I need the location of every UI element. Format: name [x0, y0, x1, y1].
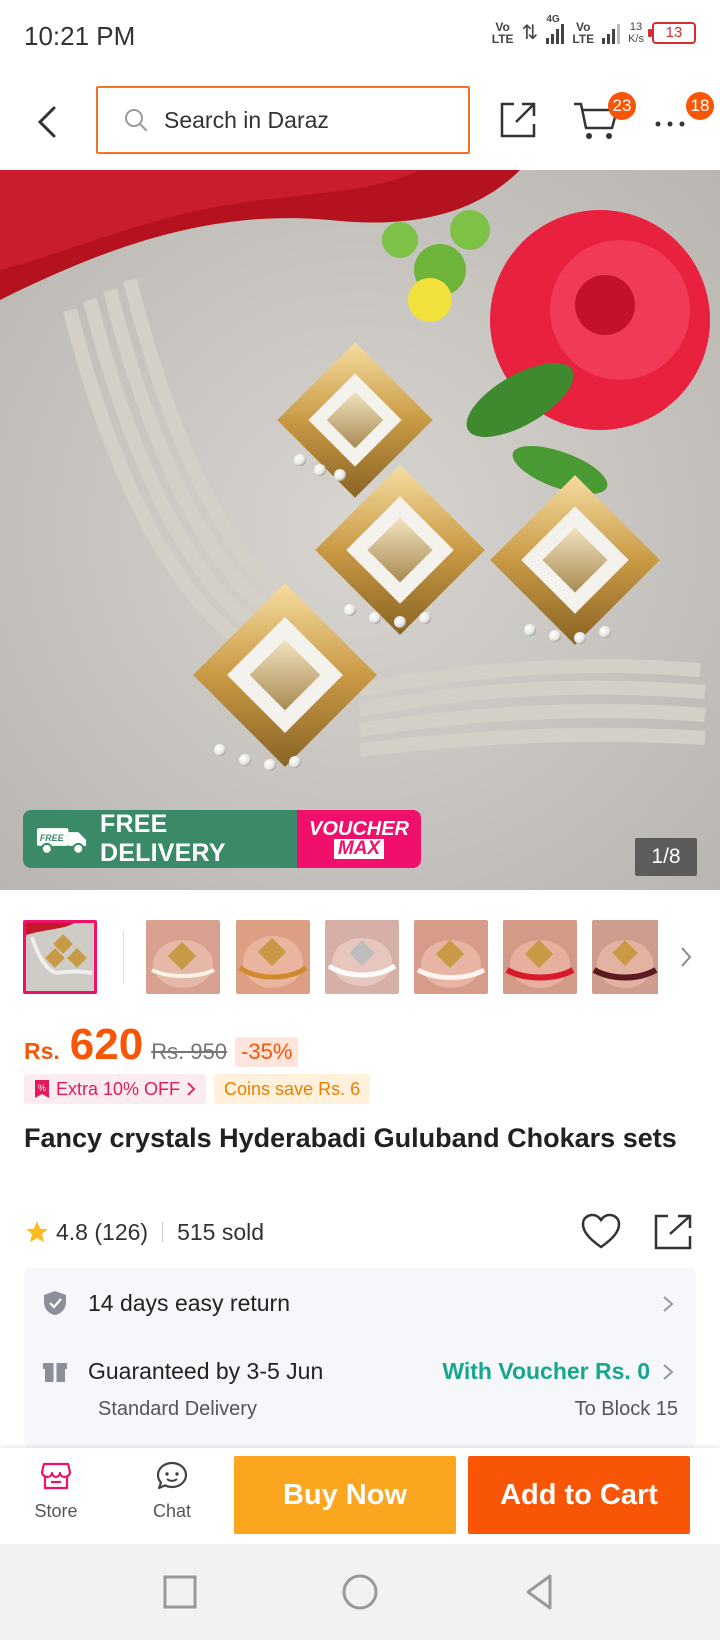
free-icon-text: FREE — [40, 833, 65, 843]
store-label: Store — [34, 1501, 78, 1521]
thumbnail-5[interactable] — [414, 920, 488, 994]
search-input[interactable]: Search in Daraz — [96, 86, 470, 154]
recent-apps-button[interactable] — [156, 1568, 204, 1616]
thumbnail-1[interactable] — [23, 920, 97, 994]
cart-count-badge: 23 — [608, 92, 636, 120]
share-icon — [500, 102, 536, 138]
voucher-text: With Voucher Rs. 0 — [442, 1358, 650, 1384]
data-arrows-icon: ⇅ — [521, 22, 539, 44]
battery-icon: 13 — [648, 21, 696, 44]
delivery-location-text: To Block 15 — [574, 1398, 678, 1420]
free-delivery-label: FREE DELIVERY — [100, 810, 226, 867]
original-price: Rs. 950 — [151, 1039, 228, 1064]
product-title: Fancy crystals Hyderabadi Guluband Choka… — [24, 1123, 677, 1153]
svg-text:%: % — [38, 1083, 46, 1093]
wishlist-button[interactable] — [580, 1212, 622, 1252]
chat-label: Chat — [152, 1501, 192, 1521]
chevron-right-icon — [681, 947, 692, 967]
status-bar: 10:21 PM Vo LTE ⇅ 4G Vo LTE 13 K/s 13 — [0, 0, 720, 72]
back-button[interactable] — [30, 102, 66, 142]
search-icon — [125, 109, 147, 131]
header: Search in Daraz 23 18 — [0, 72, 720, 170]
circle-icon — [342, 1574, 378, 1610]
discount-badge: -35% — [235, 1037, 299, 1067]
volte-1-label: Vo LTE — [491, 19, 514, 46]
volte-2-label: Vo LTE — [572, 19, 595, 46]
voucher-max-badge: VOUCHER MAX — [297, 810, 421, 868]
max-label: MAX — [333, 839, 385, 859]
chevron-right-icon — [663, 1364, 674, 1380]
thumbnails-next-button[interactable] — [676, 942, 696, 972]
voucher-label: VOUCHER — [308, 818, 409, 840]
buy-now-button[interactable]: Buy Now — [234, 1456, 456, 1534]
share-icon — [654, 1214, 692, 1250]
signal-1-icon: 4G — [546, 14, 565, 44]
search-placeholder: Search in Daraz — [164, 106, 329, 133]
chat-button[interactable]: Chat — [132, 1460, 212, 1532]
service-info-box: 14 days easy return Guaranteed by 3-5 Ju… — [24, 1268, 696, 1448]
signal-2-icon — [602, 22, 621, 44]
chevron-right-icon — [187, 1082, 196, 1096]
product-image-gallery[interactable]: FREE FREE DELIVERY VOUCHER MAX 1/8 — [0, 170, 720, 890]
thumbnail-strip — [0, 890, 720, 1020]
current-price: 620 — [69, 1020, 144, 1069]
free-delivery-badge: FREE FREE DELIVERY — [23, 810, 297, 868]
sold-count: 515 sold — [177, 1218, 265, 1245]
shield-check-icon — [44, 1291, 66, 1315]
status-icons: Vo LTE ⇅ 4G Vo LTE 13 K/s 13 — [491, 14, 696, 46]
rating-separator — [162, 1222, 164, 1242]
thumbnail-divider — [123, 930, 124, 984]
store-icon — [40, 1462, 72, 1490]
network-type-label: 4G — [546, 13, 560, 25]
square-icon — [163, 1575, 197, 1609]
battery-level: 13 — [665, 23, 683, 41]
image-counter: 1/8 — [635, 838, 697, 876]
system-nav-bar — [0, 1544, 720, 1640]
thumbnail-4[interactable] — [325, 920, 399, 994]
coins-save-tag: Coins save Rs. 6 — [214, 1074, 371, 1104]
offer-row: % Extra 10% OFF Coins save Rs. 6 — [24, 1074, 371, 1104]
extra-off-label: Extra 10% OFF — [56, 1078, 181, 1099]
add-to-cart-button[interactable]: Add to Cart — [468, 1456, 690, 1534]
home-button[interactable] — [336, 1568, 384, 1616]
return-policy-row[interactable]: 14 days easy return — [24, 1268, 696, 1340]
rating-row: 4.8 (126) 515 sold — [24, 1212, 696, 1252]
coins-save-label: Coins save Rs. 6 — [224, 1078, 361, 1099]
store-button[interactable]: Store — [16, 1460, 96, 1532]
status-time: 10:21 PM — [24, 20, 136, 51]
delivery-row[interactable]: Guaranteed by 3-5 Jun With Voucher Rs. 0… — [24, 1340, 696, 1448]
extra-off-tag[interactable]: % Extra 10% OFF — [24, 1074, 207, 1104]
bottom-action-bar: Store Chat Buy Now Add to Cart — [0, 1448, 720, 1544]
price-row: Rs. 620 Rs. 950 -35% — [24, 1020, 299, 1070]
product-image — [0, 170, 720, 890]
rating-value[interactable]: 4.8 (126) — [56, 1219, 148, 1246]
system-back-button[interactable] — [516, 1568, 564, 1616]
delivery-date-text: Guaranteed by 3-5 Jun — [88, 1358, 324, 1384]
share-button[interactable] — [496, 98, 540, 142]
return-policy-text: 14 days easy return — [88, 1290, 291, 1316]
chevron-right-icon — [663, 1296, 674, 1312]
thumbnail-7[interactable] — [592, 920, 666, 994]
delivery-truck-icon: FREE — [36, 828, 87, 855]
gift-box-icon — [43, 1363, 67, 1382]
net-speed: 13 K/s — [628, 20, 644, 45]
thumbnail-3[interactable] — [236, 920, 310, 994]
heart-icon — [581, 1213, 621, 1249]
voucher-icon: % — [35, 1080, 49, 1098]
thumbnail-2[interactable] — [146, 920, 220, 994]
product-share-button[interactable] — [652, 1212, 694, 1252]
chevron-left-icon — [37, 106, 56, 138]
triangle-back-icon — [526, 1574, 552, 1610]
chat-icon — [156, 1461, 188, 1490]
currency-label: Rs. — [24, 1038, 60, 1064]
promo-banner: FREE FREE DELIVERY VOUCHER MAX — [23, 810, 421, 868]
star-icon — [26, 1221, 48, 1243]
notification-count-badge: 18 — [686, 92, 714, 120]
delivery-type-text: Standard Delivery — [98, 1398, 257, 1420]
thumbnail-6[interactable] — [503, 920, 577, 994]
